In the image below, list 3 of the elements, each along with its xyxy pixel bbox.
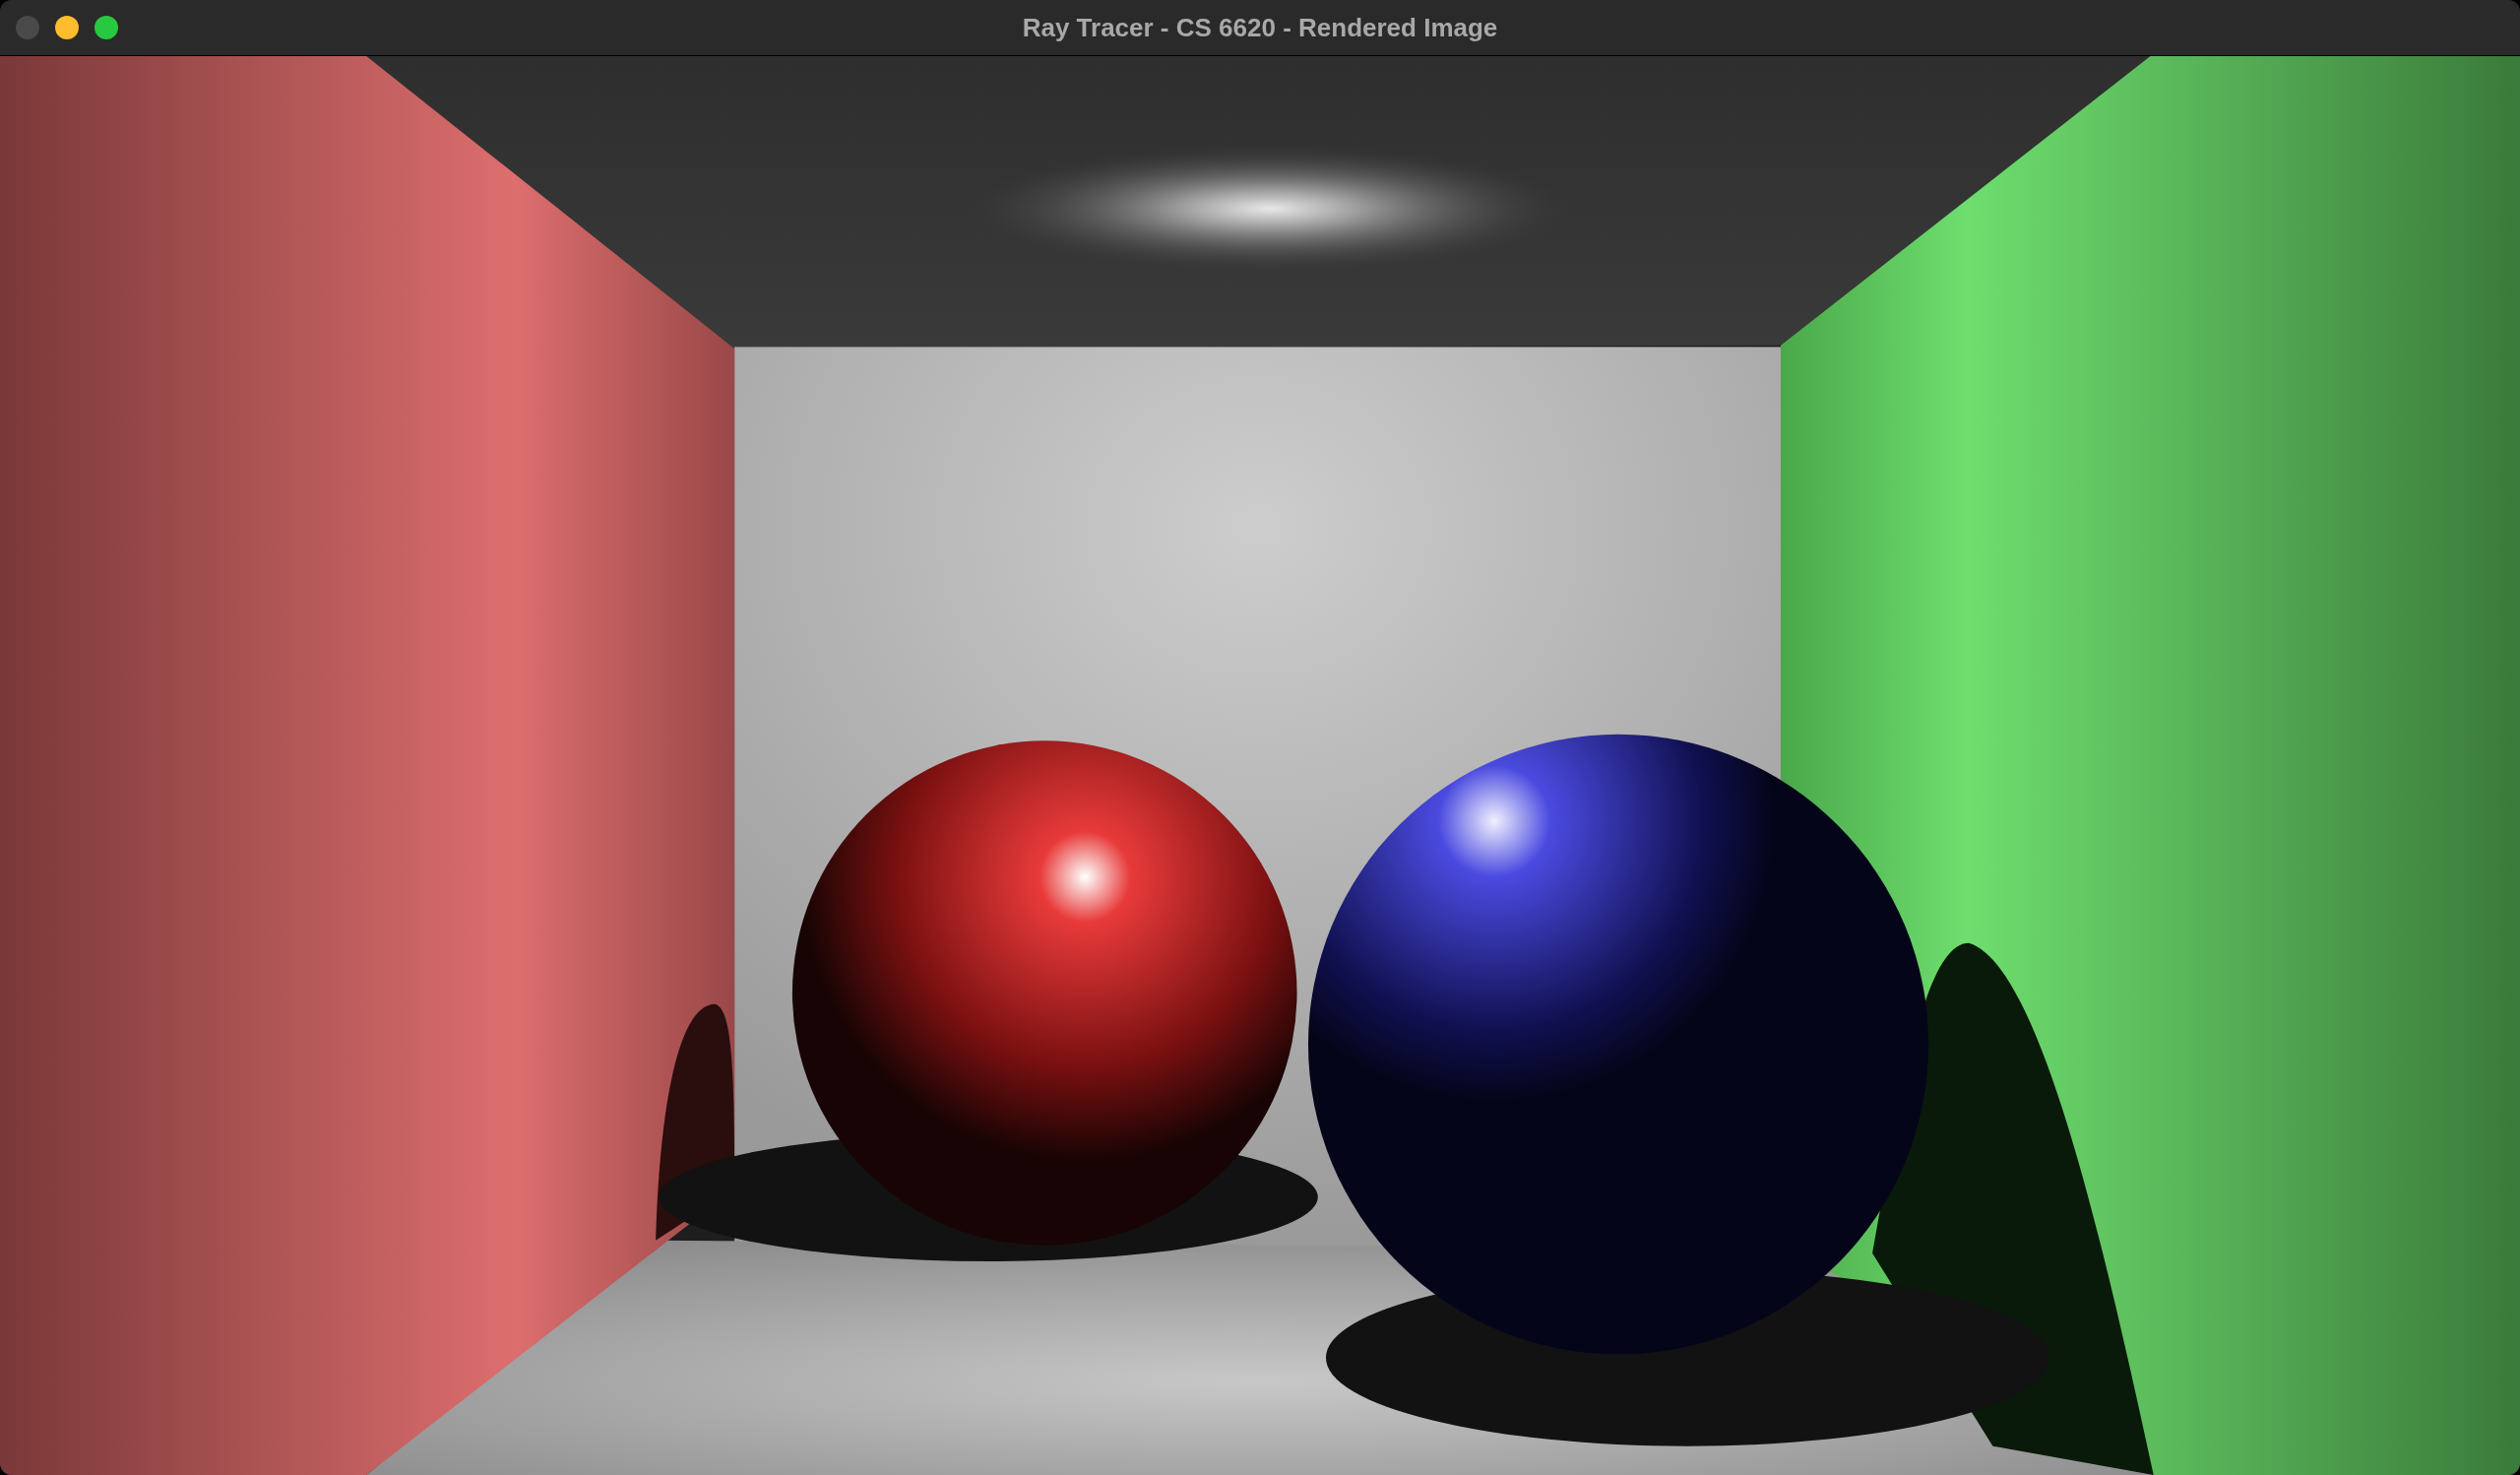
- zoom-button[interactable]: [94, 16, 118, 39]
- minimize-button[interactable]: [55, 16, 79, 39]
- window-title: Ray Tracer - CS 6620 - Rendered Image: [1022, 12, 1498, 43]
